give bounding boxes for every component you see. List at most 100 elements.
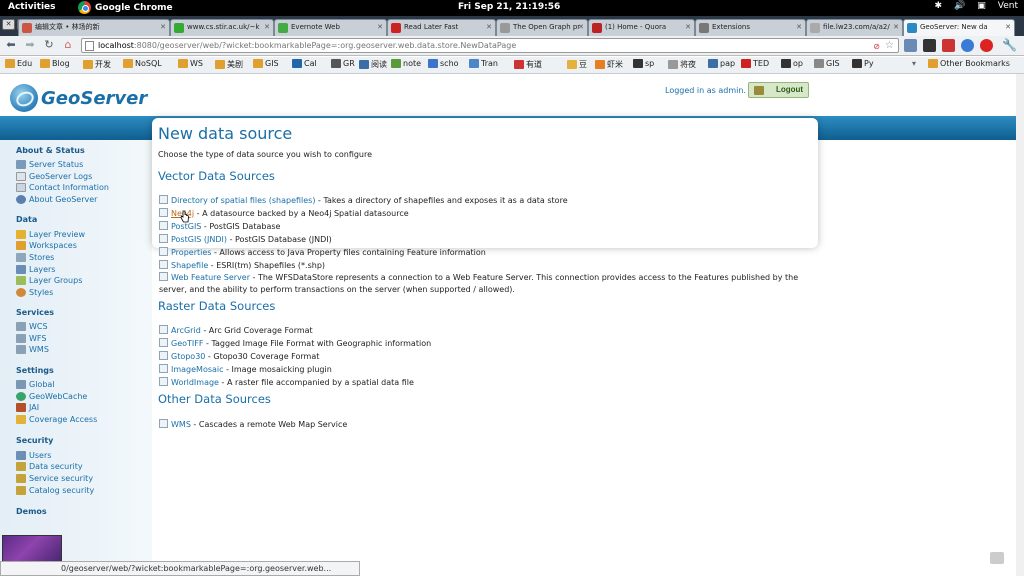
sidebar-item-wms[interactable]: WMS [16,345,49,354]
browser-tab[interactable]: (1) Home - Quora ✕ [588,19,695,36]
app-menu[interactable]: Google Chrome [78,1,173,14]
extension-icon[interactable] [904,39,917,52]
sidebar-item-stores[interactable]: Stores [16,253,54,262]
browser-tab[interactable]: The Open Graph pr ✕ [496,19,588,36]
sidebar-item-jai[interactable]: JAI [16,403,39,412]
sidebar-item-geowebcache[interactable]: GeoWebCache [16,392,87,401]
wrench-menu-icon[interactable]: 🔧 [1002,39,1017,52]
browser-tab[interactable]: Evernote Web ✕ [274,19,387,36]
sidebar-item-wfs[interactable]: WFS [16,334,46,343]
data-source-link[interactable]: PostGIS [171,222,201,231]
close-tab-icon[interactable]: ✕ [578,20,584,35]
bookmark-item[interactable]: GR [331,59,355,68]
data-source-link[interactable]: Shapefile [171,261,208,270]
bookmarks-overflow-icon[interactable]: ▾ [912,59,916,68]
sidebar-item-coverage-access[interactable]: Coverage Access [16,415,97,424]
volume-icon[interactable]: 🔊 [954,1,965,11]
bookmark-item[interactable]: 将夜 [668,59,696,70]
bookmark-item[interactable]: scho [428,59,459,68]
geoserver-logo[interactable]: GeoServer [10,84,147,112]
home-icon[interactable]: ⌂ [61,38,75,52]
bookmark-item[interactable]: GIS [253,59,279,68]
bookmark-item[interactable]: NoSQL [123,59,162,68]
bookmark-item[interactable]: 开发 [83,59,111,70]
logout-button[interactable]: Logout [748,82,809,98]
bookmark-item[interactable]: sp [633,59,654,68]
browser-tab[interactable]: file.lw23.com/a/a2/✕ [806,19,903,36]
bookmark-item[interactable]: 虾米 [595,59,623,70]
page-scrollbar[interactable] [1016,74,1024,576]
forward-arrow-icon[interactable]: ➡ [23,38,37,52]
bookmark-item[interactable]: Blog [40,59,70,68]
bookmark-star-icon[interactable]: ☆ [885,39,894,52]
bookmark-item[interactable]: pap [708,59,735,68]
bookmark-item[interactable]: note [391,59,421,68]
sidebar-item-server-status[interactable]: Server Status [16,160,83,169]
browser-tab[interactable]: Extensions ✕ [695,19,806,36]
browser-tab[interactable]: 编辑文章 • 林场的新 ✕ [18,19,170,36]
address-bar[interactable]: localhost:8080/geoserver/web/?wicket:boo… [81,38,899,53]
browser-tab[interactable]: www.cs.stir.ac.uk/~k ✕ [170,19,274,36]
sidebar-item-about[interactable]: About GeoServer [16,195,97,204]
extension-icon[interactable] [961,39,974,52]
data-source-link[interactable]: GeoTIFF [171,339,203,348]
close-tab-icon[interactable]: ✕ [486,20,492,35]
extension-icon[interactable] [923,39,936,52]
accessibility-icon[interactable]: ✱ [934,1,942,11]
sidebar-item-workspaces[interactable]: Workspaces [16,241,77,250]
bookmark-item[interactable]: 有道 [514,59,542,70]
bookmark-item[interactable]: Tran [469,59,498,68]
bookmark-item[interactable]: 阅读 [359,59,387,70]
sidebar-item-styles[interactable]: Styles [16,288,53,297]
back-arrow-icon[interactable]: ⬅ [4,38,18,52]
bookmark-item[interactable]: Edu [5,59,32,68]
sidebar-item-layer-groups[interactable]: Layer Groups [16,276,82,285]
data-source-link[interactable]: WorldImage [171,378,219,387]
sidebar-item-data-security[interactable]: Data security [16,462,83,471]
extension-icon[interactable] [942,39,955,52]
bookmark-item[interactable]: op [781,59,803,68]
data-source-link[interactable]: ArcGrid [171,326,201,335]
close-tab-icon[interactable]: ✕ [264,20,270,35]
close-tab-icon[interactable]: ✕ [1005,20,1011,35]
sidebar-item-logs[interactable]: GeoServer Logs [16,172,92,181]
close-tab-icon[interactable]: ✕ [685,20,691,35]
sidebar-item-catalog-security[interactable]: Catalog security [16,486,94,495]
bookmark-item[interactable]: Py [852,59,874,68]
activities-button[interactable]: Activities [8,2,56,12]
data-source-link[interactable]: Gtopo30 [171,352,205,361]
data-source-link[interactable]: Properties [171,248,211,257]
sidebar-item-contact[interactable]: Contact Information [16,183,109,192]
data-source-link[interactable]: PostGIS (JNDI) [171,235,227,244]
close-tab-icon[interactable]: ✕ [377,20,383,35]
sidebar-item-service-security[interactable]: Service security [16,474,93,483]
blocked-icon[interactable]: ⊘ [873,40,880,52]
bookmark-item[interactable]: GIS [814,59,840,68]
user-menu[interactable]: Vent [998,1,1018,11]
sidebar-item-wcs[interactable]: WCS [16,322,48,331]
data-source-link[interactable]: WMS [171,420,191,429]
close-window-icon[interactable]: ✕ [2,19,15,30]
sidebar-item-global[interactable]: Global [16,380,55,389]
sidebar-item-layer-preview[interactable]: Layer Preview [16,230,85,239]
sidebar-item-demos[interactable]: Demos [16,507,47,516]
sidebar-item-layers[interactable]: Layers [16,265,55,274]
other-bookmarks[interactable]: Other Bookmarks [928,59,1010,68]
clock[interactable]: Fri Sep 21, 21:19:56 [458,2,560,12]
reload-icon[interactable]: ↻ [42,38,56,52]
data-source-link[interactable]: Web Feature Server [171,273,250,282]
sidebar-item-users[interactable]: Users [16,451,51,460]
bookmark-item[interactable]: TED [741,59,769,68]
close-tab-icon[interactable]: ✕ [796,20,802,35]
browser-tab[interactable]: GeoServer: New da ✕ [903,19,1015,36]
close-tab-icon[interactable]: ✕ [160,20,166,35]
data-source-link[interactable]: Directory of spatial files (shapefiles) [171,196,315,205]
bookmark-item[interactable]: 豆 [567,59,587,70]
network-icon[interactable]: ▣ [977,1,986,11]
bookmark-item[interactable]: 美剧 [215,59,243,70]
close-tab-icon[interactable]: ✕ [893,20,899,35]
browser-tab[interactable]: Read Later Fast ✕ [387,19,496,36]
extension-icon[interactable] [980,39,993,52]
data-source-link[interactable]: ImageMosaic [171,365,224,374]
bookmark-item[interactable]: Cal [292,59,317,68]
